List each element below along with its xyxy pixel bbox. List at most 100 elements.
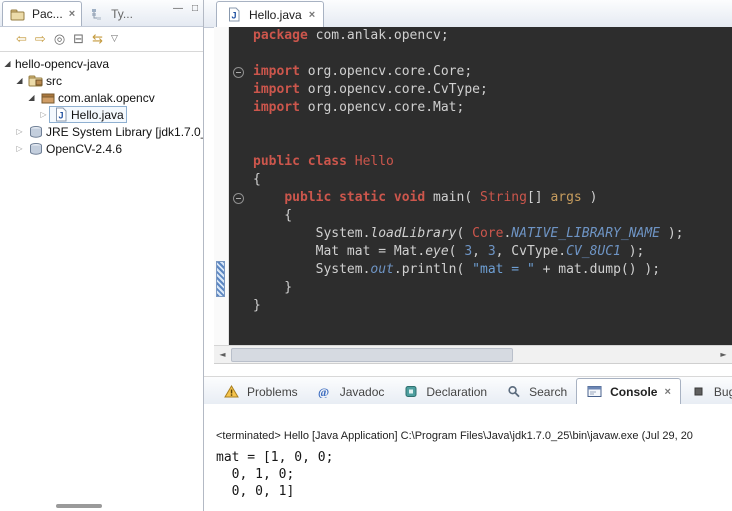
scroll-right-icon[interactable]: ► <box>715 346 732 363</box>
code-line-text <box>247 45 253 63</box>
view-window-buttons: — □ <box>173 3 198 14</box>
java-file-icon: J <box>52 107 69 122</box>
fold-column <box>229 81 247 99</box>
tree-item-content: src <box>25 73 64 88</box>
tab-ty[interactable]: Ty... <box>82 2 139 26</box>
eclipse-window: { "left_panel": { "tabs": [ {"label": "P… <box>0 0 732 511</box>
search-icon <box>505 384 522 399</box>
code-area[interactable]: package com.anlak.opencv; import org.open… <box>229 27 732 345</box>
expand-arrow-icon[interactable]: ▷ <box>38 110 49 119</box>
tree-item-com-anlak-opencv[interactable]: ◢ com.anlak.opencv <box>0 89 203 106</box>
tree-item-jre-system-library-jdk1-7-0-25[interactable]: ▷JRE System Library [jdk1.7.0_25] <box>0 123 203 140</box>
code-line-text: package com.anlak.opencv; <box>247 27 449 45</box>
tab-javadoc[interactable]: @Javadoc <box>307 379 394 404</box>
tab-console[interactable]: Console × <box>576 378 681 404</box>
tree-item-hello-opencv-java[interactable]: ◢hello-opencv-java <box>0 55 203 72</box>
code-line-text: System.loadLibrary( Core.NATIVE_LIBRARY_… <box>247 225 684 243</box>
tab-label: Ty... <box>111 7 133 21</box>
scrollbar-thumb[interactable] <box>231 348 513 362</box>
tab-label: Problems <box>247 385 298 399</box>
fold-column <box>229 189 247 207</box>
code-line: import org.opencv.core.Core; <box>229 63 732 81</box>
javadoc-icon: @ <box>316 384 333 399</box>
forward-icon[interactable]: ⇨ <box>35 33 46 46</box>
expand-arrow-icon[interactable]: ▷ <box>14 127 25 136</box>
code-line-text: } <box>247 297 261 315</box>
scroll-left-icon[interactable]: ◄ <box>214 346 231 363</box>
fold-column <box>229 171 247 189</box>
tree-item-label: hello-opencv-java <box>15 57 109 71</box>
tree-item-label: com.anlak.opencv <box>58 91 155 105</box>
code-line-text <box>247 135 253 153</box>
link-with-editor-icon[interactable]: ⇆ <box>92 33 103 46</box>
tab-label: Search <box>529 385 567 399</box>
code-line-text: import org.opencv.core.Mat; <box>247 99 464 117</box>
expand-arrow-icon[interactable]: ▷ <box>14 144 25 153</box>
fold-column <box>229 99 247 117</box>
code-line: } <box>229 297 732 315</box>
code-line-text: System.out.println( "mat = " + mat.dump(… <box>247 261 660 279</box>
collapse-arrow-icon[interactable]: ◢ <box>2 59 13 68</box>
code-line-text: public class Hello <box>247 153 394 171</box>
code-line-text: public static void main( String[] args ) <box>247 189 597 207</box>
code-line: public class Hello <box>229 153 732 171</box>
code-line <box>229 45 732 63</box>
fold-collapse-icon[interactable] <box>233 67 244 78</box>
code-line-text: import org.opencv.core.Core; <box>247 63 472 81</box>
code-line: } <box>229 279 732 297</box>
source-folder-icon <box>27 73 44 88</box>
package-explorer-icon <box>9 7 26 22</box>
tab-label: Pac... <box>32 7 63 21</box>
collapse-arrow-icon[interactable]: ◢ <box>14 76 25 85</box>
fold-collapse-icon[interactable] <box>233 193 244 204</box>
tree-item-opencv-2-4-6[interactable]: ▷ OpenCV-2.4.6 <box>0 140 203 157</box>
tab-problems[interactable]: Problems <box>214 379 307 404</box>
problems-icon <box>223 384 240 399</box>
code-line: import org.opencv.core.Mat; <box>229 99 732 117</box>
svg-text:J: J <box>231 11 236 21</box>
code-line-text: { <box>247 207 292 225</box>
tree-item-content: hello-opencv-java <box>13 57 111 71</box>
tab-label: Bug Explorer <box>714 385 732 399</box>
bottom-tabbar: Problems @Javadoc Declaration Search Console… <box>204 377 732 405</box>
tree-item-content: OpenCV-2.4.6 <box>25 141 124 156</box>
fold-column <box>229 135 247 153</box>
code-line-text: } <box>247 279 292 297</box>
tab-hello-java[interactable]: JHello.java× <box>216 1 324 27</box>
tab-label: Declaration <box>426 385 487 399</box>
fold-column <box>229 117 247 135</box>
code-line: System.loadLibrary( Core.NATIVE_LIBRARY_… <box>229 225 732 243</box>
tab-label: Console <box>610 385 657 399</box>
type-hierarchy-icon <box>88 7 105 22</box>
bug-icon <box>690 384 707 399</box>
tab-declaration[interactable]: Declaration <box>393 379 496 404</box>
tab-pac[interactable]: Pac... × <box>2 1 82 26</box>
tab-bug-explorer[interactable]: Bug Explorer <box>681 379 732 404</box>
back-icon[interactable]: ⇦ <box>16 33 27 46</box>
tab-search[interactable]: Search <box>496 379 576 404</box>
close-icon[interactable]: × <box>664 386 670 398</box>
maximize-icon[interactable]: □ <box>192 3 198 14</box>
tree-item-label: src <box>46 74 62 88</box>
collapse-all-icon[interactable]: ⊟ <box>73 33 84 46</box>
console-output: mat = [1, 0, 0; 0, 1, 0; 0, 0, 1] <box>216 449 732 500</box>
editor-tabbar: JHello.java× <box>204 0 732 28</box>
focus-icon[interactable]: ◎ <box>54 33 65 46</box>
package-icon <box>39 90 56 105</box>
editor-hscrollbar[interactable]: ◄ ► <box>214 345 732 364</box>
editor-body[interactable]: package com.anlak.opencv; import org.open… <box>214 27 732 345</box>
collapse-arrow-icon[interactable]: ◢ <box>26 93 37 102</box>
tree-item-label: OpenCV-2.4.6 <box>46 142 122 156</box>
close-icon[interactable]: × <box>69 8 75 20</box>
annotation-ruler[interactable] <box>214 27 229 345</box>
close-icon[interactable]: × <box>309 9 315 21</box>
view-menu-icon[interactable]: ▽ <box>111 35 118 44</box>
code-line-text: import org.opencv.core.CvType; <box>247 81 488 99</box>
fold-column <box>229 45 247 63</box>
code-line: Mat mat = Mat.eye( 3, 3, CvType.CV_8UC1 … <box>229 243 732 261</box>
tree-item-src[interactable]: ◢ src <box>0 72 203 89</box>
tree-item-hello-java[interactable]: ▷JHello.java <box>0 106 203 123</box>
declaration-icon <box>402 384 419 399</box>
minimize-icon[interactable]: — <box>173 3 183 14</box>
tree-hscrollbar-thumb[interactable] <box>56 504 102 508</box>
